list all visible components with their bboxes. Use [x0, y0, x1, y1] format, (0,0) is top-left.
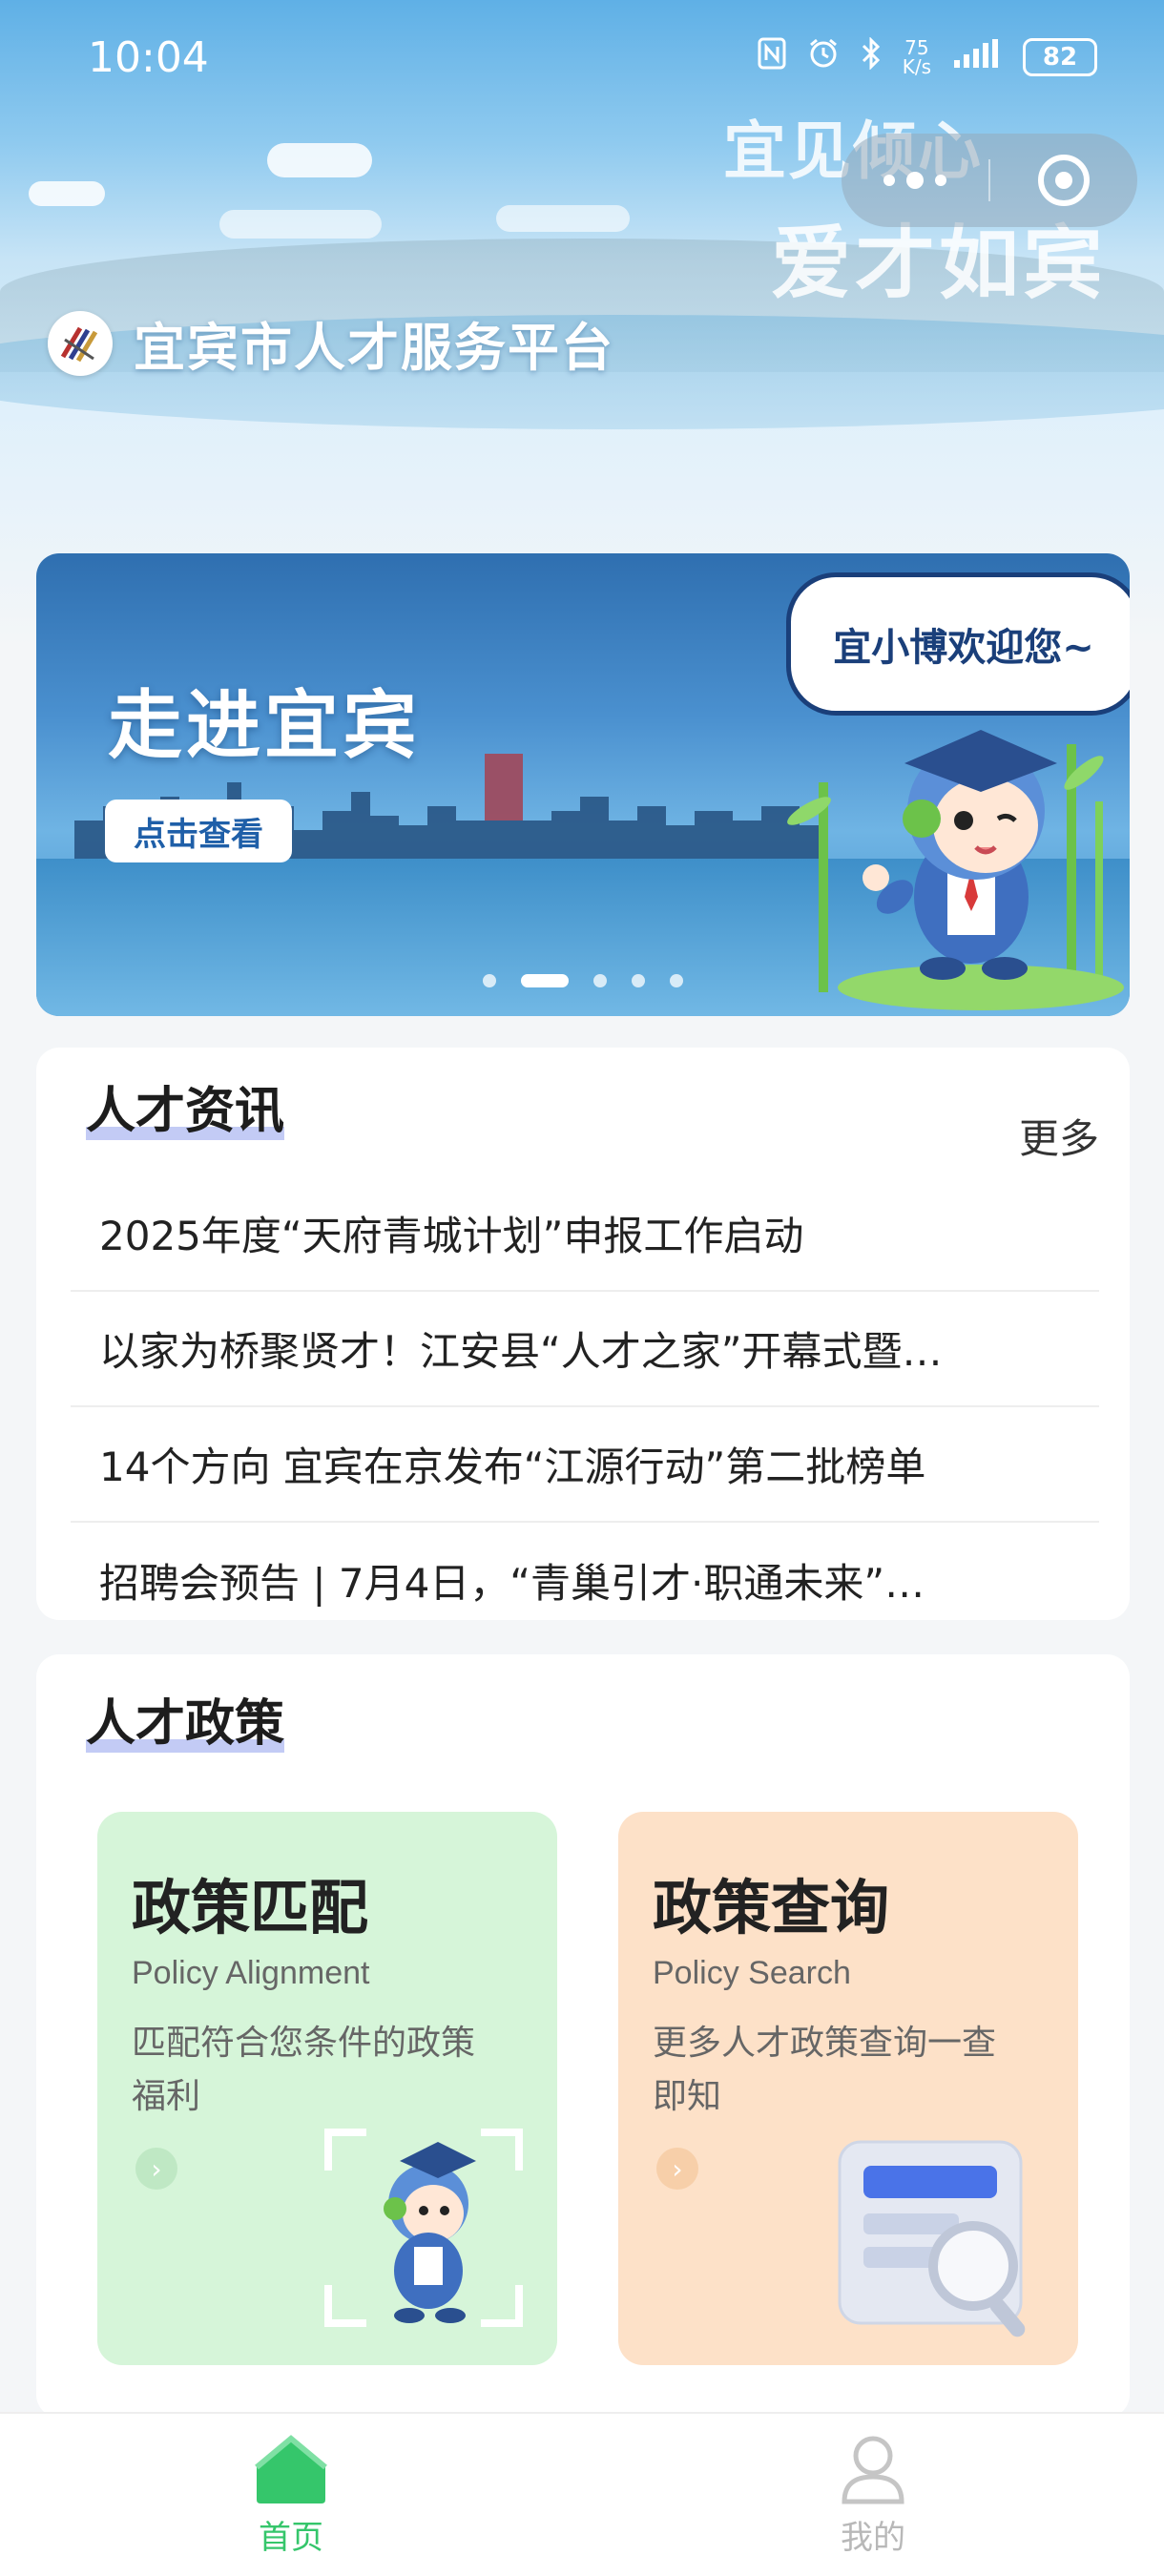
more-dots-icon — [906, 172, 924, 189]
nfc-icon — [758, 37, 786, 78]
policy-search-card[interactable]: 政策查询 Policy Search 更多人才政策查询一查即知 › — [618, 1812, 1078, 2365]
carousel-indicator — [36, 974, 1130, 987]
carousel-dot[interactable] — [593, 974, 607, 987]
carousel-dot[interactable] — [670, 974, 683, 987]
tab-home[interactable]: 首页 — [0, 2414, 582, 2576]
news-list: 2025年度“天府青城计划”申报工作启动 以家为桥聚贤才！江安县“人才之家”开幕… — [71, 1176, 1099, 1638]
more-news-link[interactable]: 更多 — [1019, 1107, 1099, 1165]
cloud-decoration — [29, 181, 105, 206]
news-item[interactable]: 以家为桥聚贤才！江安县“人才之家”开幕式暨… — [71, 1292, 1099, 1407]
tab-mine-label: 我的 — [841, 2519, 905, 2557]
policy-card-description: 匹配符合您条件的政策福利 — [132, 2024, 476, 2116]
alarm-icon — [807, 37, 840, 78]
status-icons: 75 K/s 82 — [758, 35, 1097, 78]
policy-card-description: 更多人才政策查询一查即知 — [653, 2024, 997, 2116]
status-bar: 10:04 75 K/s 82 — [0, 0, 1164, 114]
chevron-right-icon: › — [135, 2148, 177, 2190]
policy-card-title: 政策查询 — [653, 1873, 890, 1942]
policy-card-subtitle: Policy Search — [653, 1955, 851, 1991]
carousel-dot[interactable] — [483, 974, 496, 987]
news-item[interactable]: 招聘会预告 | 7月4日，“青巢引才·职通未来”… — [71, 1523, 1099, 1638]
banner-carousel[interactable]: 走进宜宾 点击查看 宜小博欢迎您~ — [36, 553, 1130, 1016]
mascot-illustration — [780, 706, 1124, 1011]
signal-icon — [952, 37, 1002, 78]
app-logo — [48, 310, 113, 376]
section-title-policy: 人才政策 — [86, 1695, 285, 1753]
battery-indicator: 82 — [1023, 38, 1097, 76]
app-brand: 宜宾市人才服务平台 — [48, 305, 614, 381]
news-item[interactable]: 14个方向 宜宾在京发布“江源行动”第二批榜单 — [71, 1407, 1099, 1523]
policy-alignment-card[interactable]: 政策匹配 Policy Alignment 匹配符合您条件的政策福利 › — [97, 1812, 557, 2365]
mascot-scan-illustration — [309, 2113, 538, 2346]
news-item[interactable]: 2025年度“天府青城计划”申报工作启动 — [71, 1176, 1099, 1292]
more-menu-button[interactable] — [842, 172, 988, 189]
home-icon — [255, 2435, 327, 2503]
network-speed-value: 75 — [904, 36, 929, 59]
policy-card-title: 政策匹配 — [132, 1873, 369, 1942]
more-dots-icon — [935, 175, 946, 186]
more-dots-icon — [883, 175, 895, 186]
chevron-right-icon: › — [656, 2148, 698, 2190]
miniprogram-capsule — [842, 134, 1137, 227]
bottom-tab-bar: 首页 我的 — [0, 2412, 1164, 2576]
bluetooth-icon — [861, 35, 882, 78]
document-search-illustration — [821, 2123, 1059, 2346]
mascot-speech-bubble: 宜小博欢迎您~ — [786, 572, 1130, 716]
banner-title: 走进宜宾 — [108, 683, 422, 769]
network-speed-unit: K/s — [902, 55, 931, 78]
network-speed: 75 K/s — [903, 38, 931, 76]
cloud-decoration — [219, 210, 382, 239]
banner-view-button[interactable]: 点击查看 — [105, 800, 292, 862]
status-time: 10:04 — [88, 32, 209, 82]
app-title: 宜宾市人才服务平台 — [134, 318, 614, 378]
carousel-dot-active[interactable] — [521, 974, 569, 987]
carousel-dot[interactable] — [632, 974, 645, 987]
policy-card-subtitle: Policy Alignment — [132, 1955, 370, 1991]
section-title-news: 人才资讯 — [86, 1083, 285, 1140]
talent-policy-section: 人才政策 政策匹配 Policy Alignment 匹配符合您条件的政策福利 … — [36, 1654, 1130, 2418]
tab-mine[interactable]: 我的 — [582, 2414, 1164, 2576]
hero-header: 宜见倾心 爱才如宾 10:04 75 K/s 82 — [0, 0, 1164, 649]
target-close-icon — [1037, 155, 1090, 206]
close-miniprogram-button[interactable] — [990, 155, 1137, 206]
user-profile-icon — [842, 2436, 904, 2504]
talent-news-section: 人才资讯 更多 2025年度“天府青城计划”申报工作启动 以家为桥聚贤才！江安县… — [36, 1048, 1130, 1620]
tab-home-label: 首页 — [259, 2519, 323, 2557]
cloud-decoration — [267, 143, 372, 177]
